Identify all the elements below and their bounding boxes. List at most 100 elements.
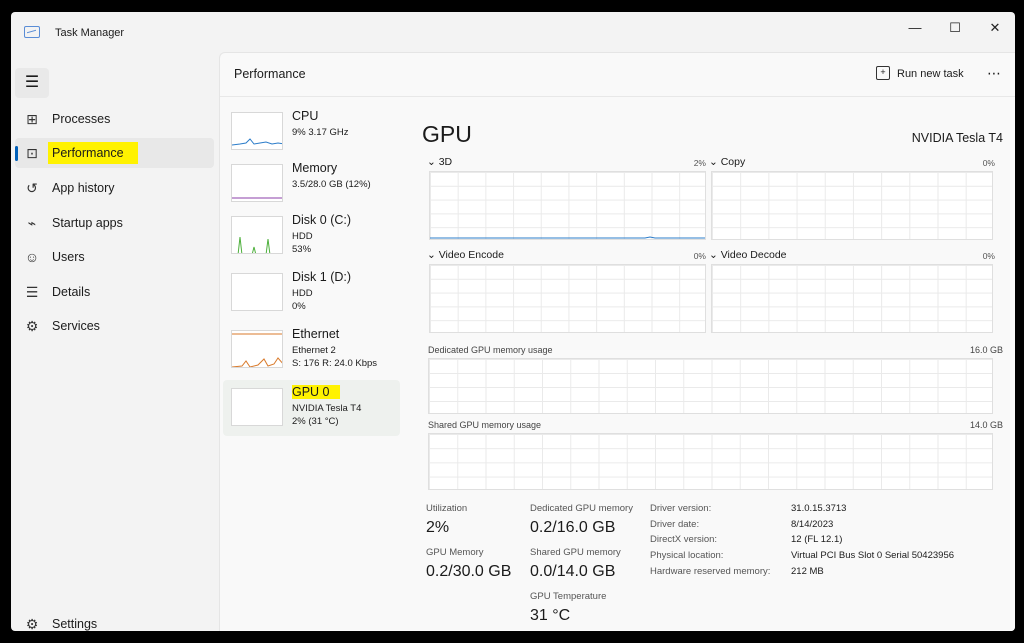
app-title: Task Manager [55,27,125,39]
device-list: CPU 9% 3.17 GHz Memory 3.5/28.0 GB (12%)… [220,98,410,628]
driver-date-label: Driver date: [650,519,700,530]
gpu-memory-label: GPU Memory [426,547,484,558]
engine-label[interactable]: ⌄ 3D [427,156,452,168]
gpu-0-thumbnail-graph [231,388,283,426]
processes-icon: ⊞ [26,111,38,127]
device-item-disk-0[interactable]: Disk 0 (C:) HDD 53% [223,208,400,264]
sidebar-item-users[interactable]: ☺ Users [15,242,214,272]
engine-graph-area [711,264,993,333]
sidebar-item-details[interactable]: ☰ Details [15,277,214,307]
engine-label[interactable]: ⌄ Video Decode [709,249,787,261]
engine-graph-area [429,264,706,333]
driver-version-value: 31.0.15.3713 [791,503,847,514]
gpu-temperature-value: 31 °C [530,607,571,624]
startup-icon: ⌁ [27,215,37,231]
close-button[interactable]: ✕ [975,16,1015,40]
sidebar-item-services[interactable]: ⚙ Services [15,311,214,341]
page-header: Performance + Run new task ⋯ [220,53,1015,97]
hamburger-icon: ☰ [24,74,40,91]
engine-label[interactable]: ⌄ Video Encode [427,249,504,261]
services-icon: ⚙ [25,318,39,334]
memory-thumbnail-graph [231,164,283,202]
engine-graph-video-encode: ⌄ Video Encode 0% [427,249,706,335]
sidebar-item-label: Settings [52,617,98,631]
physical-location-value: Virtual PCI Bus Slot 0 Serial 50423956 [791,550,955,561]
sidebar-item-label: Performance [48,142,138,164]
shared-memory-value: 0.0/14.0 GB [530,563,616,580]
dedicated-memory-graph [428,358,993,414]
dedicated-memory-label: Dedicated GPU memory [530,503,633,514]
hardware-reserved-memory-value: 212 MB [791,566,824,577]
device-item-memory[interactable]: Memory 3.5/28.0 GB (12%) [223,156,400,212]
device-detail: 9% 3.17 GHz [292,127,349,138]
ethernet-thumbnail-graph [231,330,283,368]
device-item-ethernet[interactable]: Ethernet Ethernet 2 S: 176 R: 24.0 Kbps [223,322,400,378]
sidebar-item-startup-apps[interactable]: ⌁ Startup apps [15,208,214,238]
dedicated-memory-value: 0.2/16.0 GB [530,519,616,536]
dedicated-memory-graph-max: 16.0 GB [969,345,1003,355]
device-name: Ethernet [292,327,340,341]
sidebar-item-label: Startup apps [52,216,123,230]
shared-memory-graph-max: 14.0 GB [969,420,1003,430]
disk-0-thumbnail-graph [231,216,283,254]
shared-memory-label: Shared GPU memory [530,547,621,558]
task-manager-icon [24,26,40,38]
settings-icon: ⚙ [25,616,39,631]
gpu-heading: GPU [422,121,472,147]
more-options-button[interactable]: ⋯ [984,65,1004,85]
details-icon: ☰ [25,284,39,300]
device-detail: HDD 53% [292,231,313,255]
engine-max-percent: 0% [693,251,706,261]
utilization-label: Utilization [426,503,468,514]
driver-date-value: 8/14/2023 [791,519,834,530]
shared-memory-graph [428,433,993,490]
engine-label[interactable]: ⌄ Copy [709,156,745,168]
sidebar-item-processes[interactable]: ⊞ Processes [15,104,214,134]
hardware-reserved-memory-label: Hardware reserved memory: [650,566,771,577]
performance-icon: ⊡ [26,145,38,161]
device-item-cpu[interactable]: CPU 9% 3.17 GHz [223,104,400,160]
disk-1-thumbnail-graph [231,273,283,311]
history-icon: ↺ [26,180,38,196]
device-name: CPU [292,109,319,123]
driver-version-label: Driver version: [650,503,712,514]
gpu-temperature-label: GPU Temperature [530,591,607,602]
device-detail: Ethernet 2 S: 176 R: 24.0 Kbps [292,345,378,369]
sidebar-item-performance[interactable]: ⊡ Performance [15,138,214,168]
page-title: Performance [234,67,306,81]
device-detail: 3.5/28.0 GB (12%) [292,179,371,190]
engine-graph-video-decode: ⌄ Video Decode 0% [709,249,995,335]
device-detail: NVIDIA Tesla T4 2% (31 °C) [292,403,362,427]
engine-max-percent: 2% [693,158,706,168]
dedicated-memory-graph-label: Dedicated GPU memory usage [428,345,553,355]
main-content: Performance + Run new task ⋯ CPU 9% 3.17… [219,52,1015,631]
engine-graph-area [711,171,993,240]
engine-max-percent: 0% [982,251,995,261]
task-manager-window: Task Manager — ☐ ✕ ☰ ⊞ Processes ⊡ Perfo… [11,12,1015,631]
device-item-disk-1[interactable]: Disk 1 (D:) HDD 0% [223,265,400,321]
minimize-button[interactable]: — [895,16,935,40]
sidebar-item-settings[interactable]: ⚙ Settings [15,609,214,631]
shared-memory-graph-label: Shared GPU memory usage [428,420,542,430]
run-task-icon: + [876,66,890,80]
title-bar: Task Manager — ☐ ✕ [11,12,1015,52]
gpu-model-name: NVIDIA Tesla T4 [911,131,1003,145]
sidebar-item-app-history[interactable]: ↺ App history [15,173,214,203]
physical-location-label: Physical location: [650,550,724,561]
engine-graph-3d: ⌄ 3D 2% [427,156,706,242]
device-name: Disk 0 (C:) [292,213,352,227]
engine-max-percent: 0% [982,158,995,168]
maximize-button[interactable]: ☐ [935,16,975,40]
hamburger-menu-button[interactable]: ☰ [15,68,49,98]
device-name: Memory [292,161,338,175]
users-icon: ☺ [24,249,40,265]
device-name: GPU 0 [292,385,340,399]
utilization-value: 2% [426,519,450,536]
sidebar-item-label: Details [52,285,91,299]
sidebar-item-label: Processes [52,112,111,126]
sidebar-item-label: Users [52,250,85,264]
sidebar: ☰ ⊞ Processes ⊡ Performance ↺ App histor… [11,52,219,631]
device-item-gpu-0[interactable]: GPU 0 NVIDIA Tesla T4 2% (31 °C) [223,380,400,436]
run-new-task-label: Run new task [897,68,964,80]
device-name: Disk 1 (D:) [292,270,352,284]
